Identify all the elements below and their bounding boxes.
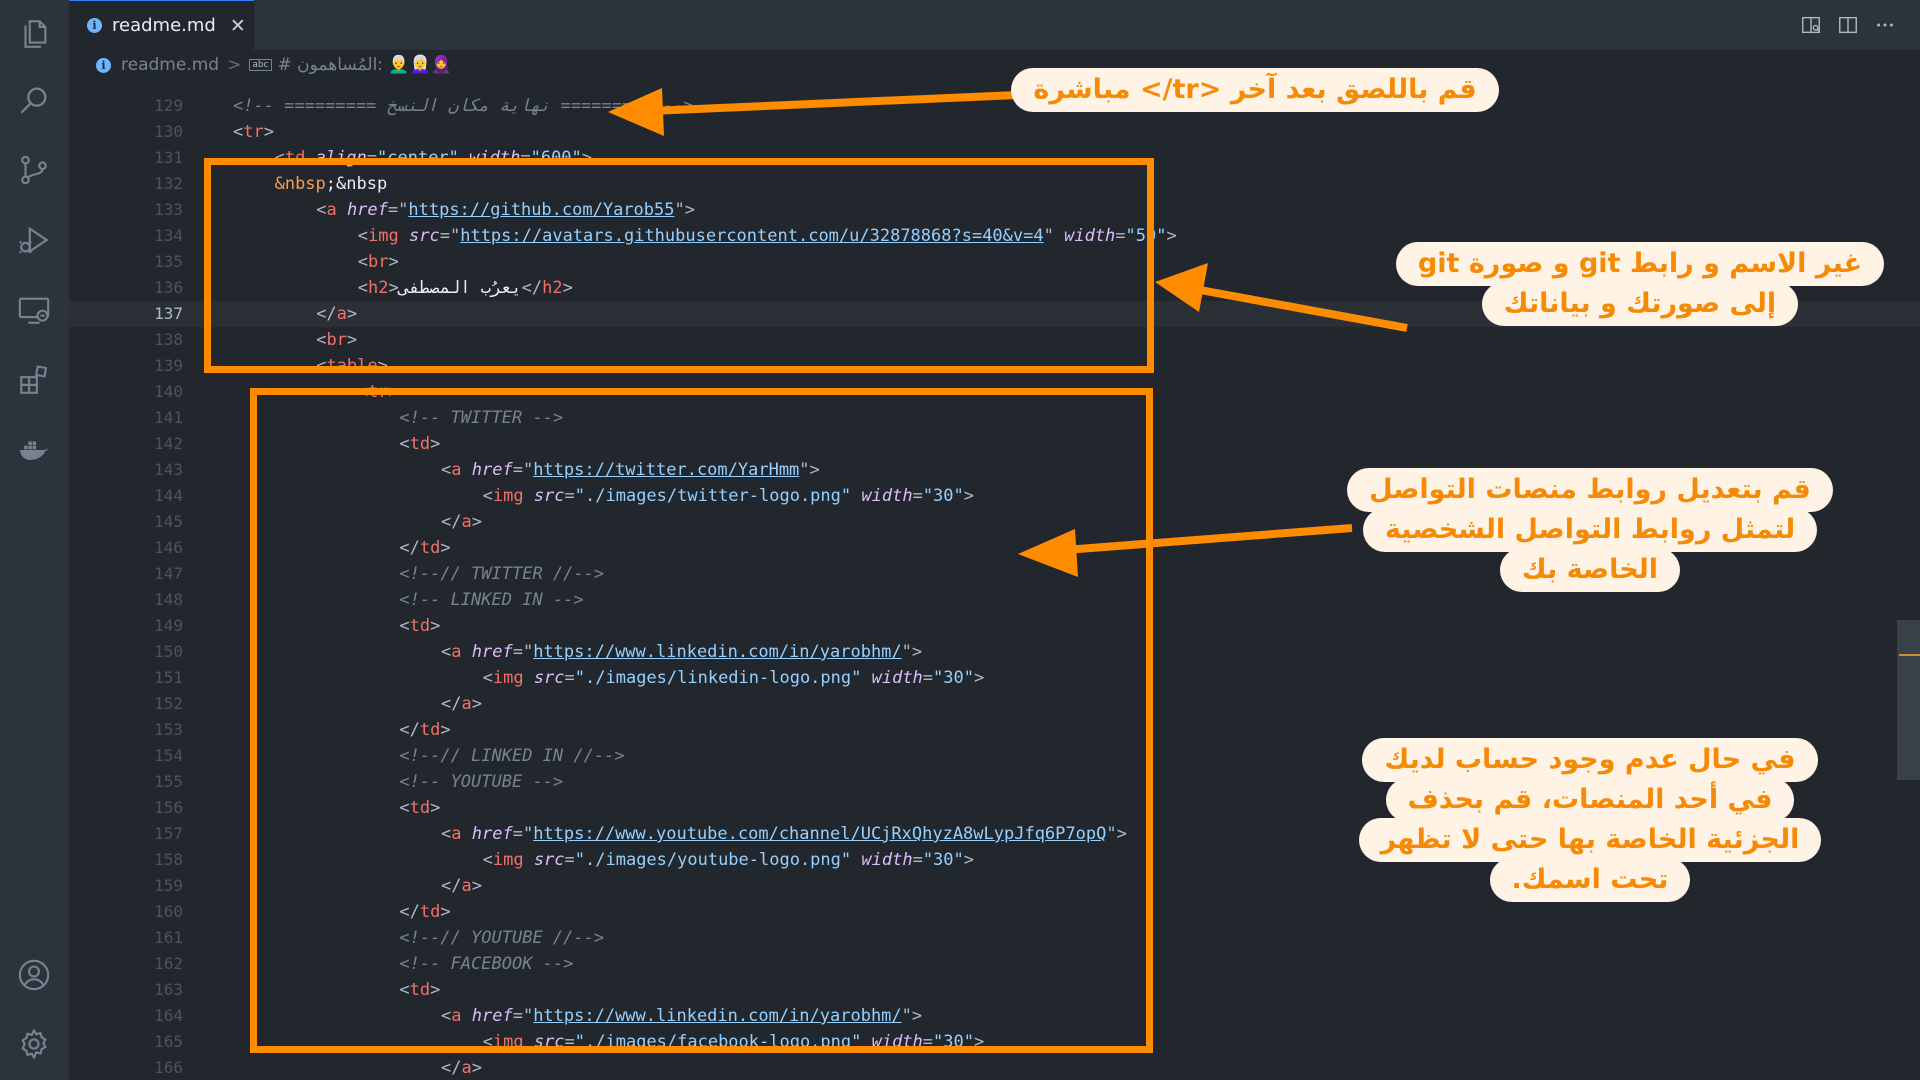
callout-line: في أحد المنصات، قم بحذف	[1385, 778, 1795, 822]
line-number: 147	[154, 564, 183, 583]
activity-bar	[0, 0, 69, 1080]
tab-bar: i readme.md ✕	[69, 0, 1920, 50]
line-number: 136	[154, 278, 183, 297]
code-line[interactable]: 129 <!-- ========= نهاية مكان النسخ =====…	[69, 93, 1920, 119]
line-number: 130	[154, 122, 183, 141]
line-number: 155	[154, 772, 183, 791]
annotation-box-social	[250, 388, 1153, 1053]
line-number: 142	[154, 434, 183, 453]
line-number: 151	[154, 668, 183, 687]
callout-line: الجزئية الخاصة بها حتى لا تظهر	[1358, 818, 1822, 862]
line-number: 156	[154, 798, 183, 817]
source-control-icon[interactable]	[14, 150, 54, 190]
line-number: 129	[154, 96, 183, 115]
breadcrumb: i readme.md > abc # المُساهمون: 👨‍🦳👩‍🦳🧕	[69, 50, 1920, 80]
line-number: 157	[154, 824, 183, 843]
scrollbar-marker	[1899, 654, 1920, 656]
callout-edit-social-links: قم بتعديل روابط منصات التواصل لتمثل روابط…	[1347, 468, 1833, 592]
line-number: 160	[154, 902, 183, 921]
symbol-string-icon: abc	[249, 59, 272, 71]
line-number: 158	[154, 850, 183, 869]
callout-line: لتمثل روابط التواصل الشخصية	[1362, 508, 1818, 552]
split-editor-icon[interactable]	[1837, 14, 1859, 36]
info-icon: i	[87, 18, 102, 33]
line-number: 132	[154, 174, 183, 193]
line-number: 135	[154, 252, 183, 271]
code-line[interactable]: 166 </a>	[69, 1055, 1920, 1080]
line-number: 163	[154, 980, 183, 999]
line-number: 152	[154, 694, 183, 713]
code-token-bracket: >	[1166, 226, 1177, 246]
callout-paste-location: قم باللصق بعد آخر <tr/> مباشرة	[1011, 68, 1499, 112]
info-icon: i	[96, 57, 111, 73]
extensions-icon[interactable]	[14, 360, 54, 400]
remote-explorer-icon[interactable]	[14, 290, 54, 330]
line-number: 154	[154, 746, 183, 765]
run-debug-icon[interactable]	[14, 220, 54, 260]
line-number: 162	[154, 954, 183, 973]
callout-line: الخاصة بك	[1499, 548, 1681, 592]
code-token-comment: <!-- ========= نهاية مكان النسخ ========…	[233, 96, 694, 116]
line-number: 153	[154, 720, 183, 739]
line-number: 146	[154, 538, 183, 557]
code-token-bracket: >	[471, 1058, 482, 1078]
code-token-tag: tr	[243, 122, 264, 142]
line-number: 149	[154, 616, 183, 635]
more-actions-icon[interactable]	[1874, 14, 1896, 36]
account-icon[interactable]	[14, 955, 54, 995]
callout-line: قم بتعديل روابط منصات التواصل	[1347, 468, 1833, 512]
callout-change-name: غير الاسم و رابط git و صورة git إلى صورتك…	[1395, 242, 1885, 326]
code-text: <!-- ========= نهاية مكان النسخ ========…	[233, 93, 694, 119]
code-line[interactable]: 130 <tr>	[69, 119, 1920, 145]
annotation-box-profile	[204, 158, 1154, 373]
code-token-bracket: <	[233, 122, 244, 142]
line-number: 143	[154, 460, 183, 479]
tab-label: readme.md	[112, 15, 216, 36]
line-number: 161	[154, 928, 183, 947]
code-text: </a>	[441, 1055, 482, 1080]
line-number: 133	[154, 200, 183, 219]
breadcrumb-file[interactable]: readme.md	[121, 55, 219, 75]
callout-line: غير الاسم و رابط git و صورة git	[1395, 242, 1885, 286]
line-number: 138	[154, 330, 183, 349]
code-token-tag: a	[461, 1058, 472, 1078]
search-icon[interactable]	[14, 80, 54, 120]
line-number: 131	[154, 148, 183, 167]
preview-icon[interactable]	[1800, 14, 1822, 36]
tab-readme[interactable]: i readme.md ✕	[69, 0, 254, 50]
code-token-bracket: >	[263, 122, 274, 142]
breadcrumb-separator: >	[227, 55, 242, 75]
line-number: 150	[154, 642, 183, 661]
line-number: 137	[154, 304, 183, 323]
line-number: 140	[154, 382, 183, 401]
callout-line: في حال عدم وجود حساب لديك	[1362, 738, 1818, 782]
line-number: 144	[154, 486, 183, 505]
scrollbar-thumb[interactable]	[1897, 620, 1920, 780]
callout-line: إلى صورتك و بياناتك	[1481, 282, 1799, 326]
code-text: <tr>	[233, 119, 274, 145]
breadcrumb-heading[interactable]: # المُساهمون: 👨‍🦳👩‍🦳🧕	[278, 55, 452, 75]
callout-delete-missing-accounts: في حال عدم وجود حساب لديك في أحد المنصات،…	[1350, 738, 1830, 902]
line-number: 165	[154, 1032, 183, 1051]
line-number: 159	[154, 876, 183, 895]
close-icon[interactable]: ✕	[230, 15, 246, 37]
code-token-bracket: </	[441, 1058, 462, 1078]
line-number: 148	[154, 590, 183, 609]
explorer-icon[interactable]	[14, 14, 54, 54]
docker-icon[interactable]	[14, 430, 54, 470]
line-number: 141	[154, 408, 183, 427]
callout-line: تحت اسمك.	[1489, 858, 1691, 902]
line-number: 164	[154, 1006, 183, 1025]
callout-line: قم باللصق بعد آخر <tr/> مباشرة	[1011, 68, 1499, 112]
settings-gear-icon[interactable]	[14, 1024, 54, 1064]
line-number: 145	[154, 512, 183, 531]
line-number: 134	[154, 226, 183, 245]
line-number: 139	[154, 356, 183, 375]
line-number: 166	[154, 1058, 183, 1077]
